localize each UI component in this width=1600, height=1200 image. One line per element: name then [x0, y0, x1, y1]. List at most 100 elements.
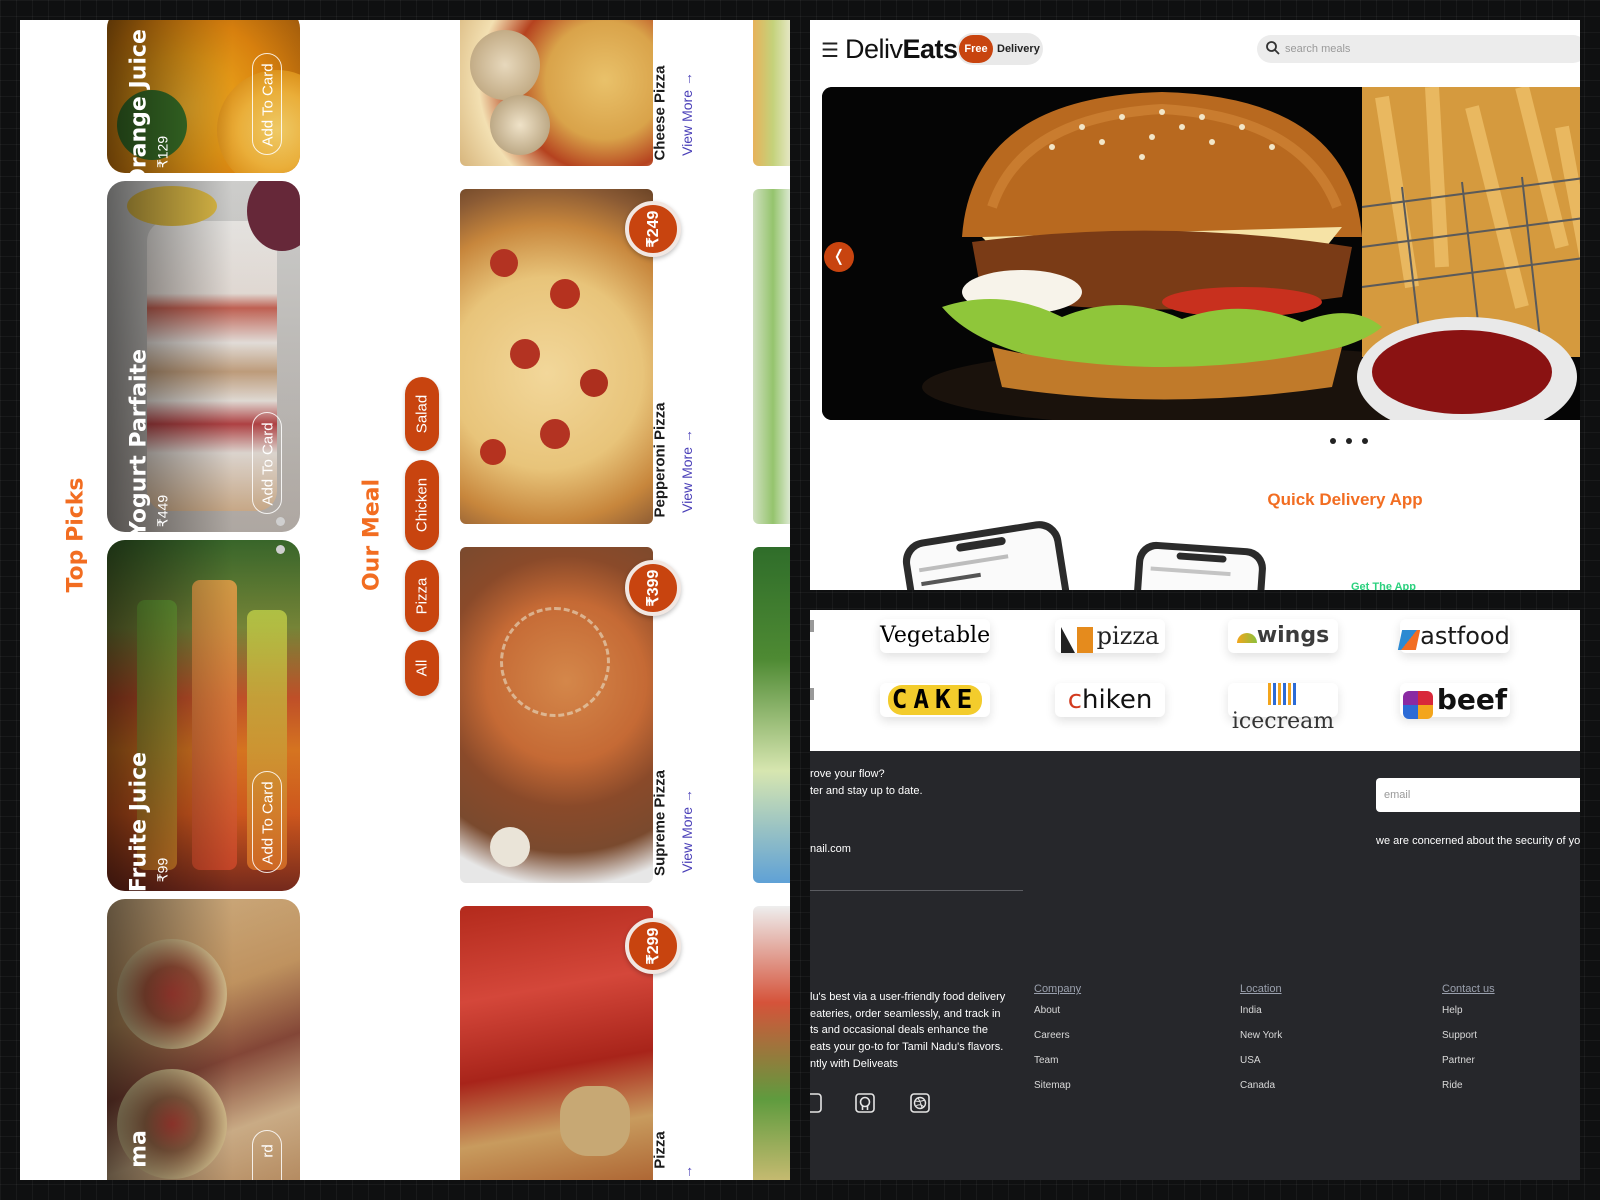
carousel-dot[interactable] — [276, 545, 285, 554]
about-text-line: eats your go-to for Tamil Nadu's flavors… — [810, 1041, 1004, 1053]
arrow-right-icon: → — [679, 72, 695, 87]
card-price: ₹449 — [154, 494, 171, 528]
divider — [810, 890, 1023, 891]
carousel-dot[interactable] — [1346, 438, 1352, 444]
about-text-line: ts and occasional deals enhance the — [810, 1024, 988, 1036]
search-input[interactable] — [1285, 39, 1565, 59]
brand-strip: Vegetable pizza wings astfood CAKE chike… — [810, 610, 1580, 751]
twitter-icon[interactable] — [810, 1093, 822, 1113]
search-icon — [1266, 41, 1280, 55]
search-bar[interactable] — [1257, 35, 1580, 63]
brand-logo-beef[interactable]: beef — [1400, 683, 1510, 719]
footer-link-help[interactable]: Help — [1442, 1005, 1463, 1016]
footer-link-usa[interactable]: USA — [1240, 1055, 1261, 1066]
top-pick-card[interactable]: Orange Juice ₹129 Add To Card — [107, 20, 300, 173]
meal-image — [460, 547, 653, 883]
footer-link-new-york[interactable]: New York — [1240, 1030, 1282, 1041]
icecream-stripes-icon — [1267, 683, 1296, 705]
dribbble-icon[interactable] — [910, 1093, 930, 1113]
footer-col-location[interactable]: Location — [1240, 983, 1282, 995]
arrow-right-icon: → — [679, 429, 695, 444]
add-to-card-button[interactable]: Add To Card — [252, 412, 282, 514]
our-meal-title: Our Meal — [359, 478, 385, 592]
arrow-right-icon: → — [679, 1165, 695, 1179]
chevron-left-icon: ❬ — [832, 248, 846, 265]
arrow-right-icon: → — [679, 789, 695, 804]
about-text-line: eateries, order seamlessly, and track in — [810, 1008, 1001, 1020]
brand-logo-vegetable[interactable]: Vegetable — [880, 619, 990, 653]
view-more-link[interactable]: View More → — [679, 789, 695, 873]
filter-pizza[interactable]: Pizza — [405, 560, 439, 632]
footer-link-india[interactable]: India — [1240, 1005, 1262, 1016]
security-note: we are concerned about the security of y… — [1376, 835, 1580, 847]
free-delivery-badge: Free Delivery — [957, 33, 1043, 65]
meal-image — [753, 547, 790, 883]
add-to-card-button[interactable]: rd — [252, 1130, 282, 1180]
brand-logo-fastfood[interactable]: astfood — [1398, 619, 1510, 653]
phone-mockup-image — [1132, 541, 1266, 590]
card-title: Fruite Juice — [126, 751, 152, 891]
view-more-link[interactable]: View More → — [679, 429, 695, 513]
footer-link-sitemap[interactable]: Sitemap — [1034, 1080, 1071, 1091]
brand-logo-cake[interactable]: CAKE — [880, 683, 990, 717]
get-the-app-link[interactable]: Get The App — [1351, 581, 1416, 590]
meal-name: Supreme Pizza — [651, 770, 669, 876]
brand-logo-wings[interactable]: wings — [1228, 619, 1338, 653]
brand-logo-icecream[interactable]: icecream — [1228, 683, 1338, 734]
top-picks-title: Top Picks — [63, 477, 89, 593]
footer-panel: Vegetable pizza wings astfood CAKE chike… — [810, 610, 1580, 1180]
logo[interactable]: DelivEats — [845, 34, 958, 65]
footer-link-canada[interactable]: Canada — [1240, 1080, 1275, 1091]
phone-mockup-image — [902, 521, 1070, 590]
newsletter-email-input[interactable] — [1376, 778, 1580, 812]
github-icon[interactable] — [855, 1093, 875, 1113]
meal-name: Cheese Pizza — [651, 65, 669, 161]
fastfood-f-icon — [1398, 629, 1421, 650]
about-text-line: ntly with Deliveats — [810, 1058, 899, 1070]
filter-salad[interactable]: Salad — [405, 377, 439, 451]
footer-link-support[interactable]: Support — [1442, 1030, 1477, 1041]
newsletter-heading: rove your flow? — [810, 768, 885, 780]
carousel-dot[interactable] — [276, 517, 285, 526]
footer-link-careers[interactable]: Careers — [1034, 1030, 1070, 1041]
card-price: ₹129 — [154, 135, 171, 169]
beef-logo-icon — [1402, 690, 1433, 719]
view-more-link[interactable]: → — [679, 1165, 695, 1179]
about-text-line: lu's best via a user-friendly food deliv… — [810, 991, 1006, 1003]
filter-all[interactable]: All — [405, 640, 439, 696]
card-title: Yogurt Parfaite — [126, 348, 152, 532]
add-to-card-button[interactable]: Add To Card — [252, 771, 282, 873]
meal-image — [460, 189, 653, 524]
carousel-prev-button[interactable]: ❬ — [824, 242, 854, 272]
footer-link-team[interactable]: Team — [1034, 1055, 1058, 1066]
footer-link-about[interactable]: About — [1034, 1005, 1060, 1016]
footer-col-company[interactable]: Company — [1034, 983, 1081, 995]
brand-logo-chiken[interactable]: chiken — [1055, 683, 1165, 717]
meal-image — [460, 20, 653, 166]
footer-col-contact[interactable]: Contact us — [1442, 983, 1495, 995]
card-title: Orange Juice — [126, 29, 152, 173]
contact-email[interactable]: nail.com — [810, 843, 851, 855]
filter-chicken[interactable]: Chicken — [405, 460, 439, 550]
brand-logo-pizza[interactable]: pizza — [1055, 619, 1165, 653]
menu-icon[interactable]: ☰ — [821, 38, 839, 63]
meal-name: Pepperoni Pizza — [651, 402, 669, 518]
price-badge: ₹249 — [625, 201, 681, 257]
footer-link-partner[interactable]: Partner — [1442, 1055, 1475, 1066]
view-more-link[interactable]: View More → — [679, 72, 695, 156]
top-pick-card[interactable]: ma rd — [107, 899, 300, 1180]
footer-link-ride[interactable]: Ride — [1442, 1080, 1463, 1091]
carousel-dot[interactable] — [1362, 438, 1368, 444]
add-to-card-button[interactable]: Add To Card — [252, 53, 282, 155]
card-title: ma — [126, 1130, 152, 1168]
newsletter-subheading: ter and stay up to date. — [810, 785, 923, 797]
carousel-dot[interactable] — [1330, 438, 1336, 444]
menu-panel: Top Picks Our Meal Orange Juice ₹129 Add… — [20, 20, 790, 1180]
wings-icon — [1236, 632, 1257, 643]
top-pick-card[interactable]: Yogurt Parfaite ₹449 Add To Card — [107, 181, 300, 532]
pizza-slice-icon — [1060, 626, 1075, 653]
hero-banner — [822, 87, 1580, 420]
meal-image — [753, 906, 790, 1180]
top-pick-card[interactable]: Fruite Juice ₹99 Add To Card — [107, 540, 300, 891]
card-price: ₹99 — [154, 857, 171, 883]
